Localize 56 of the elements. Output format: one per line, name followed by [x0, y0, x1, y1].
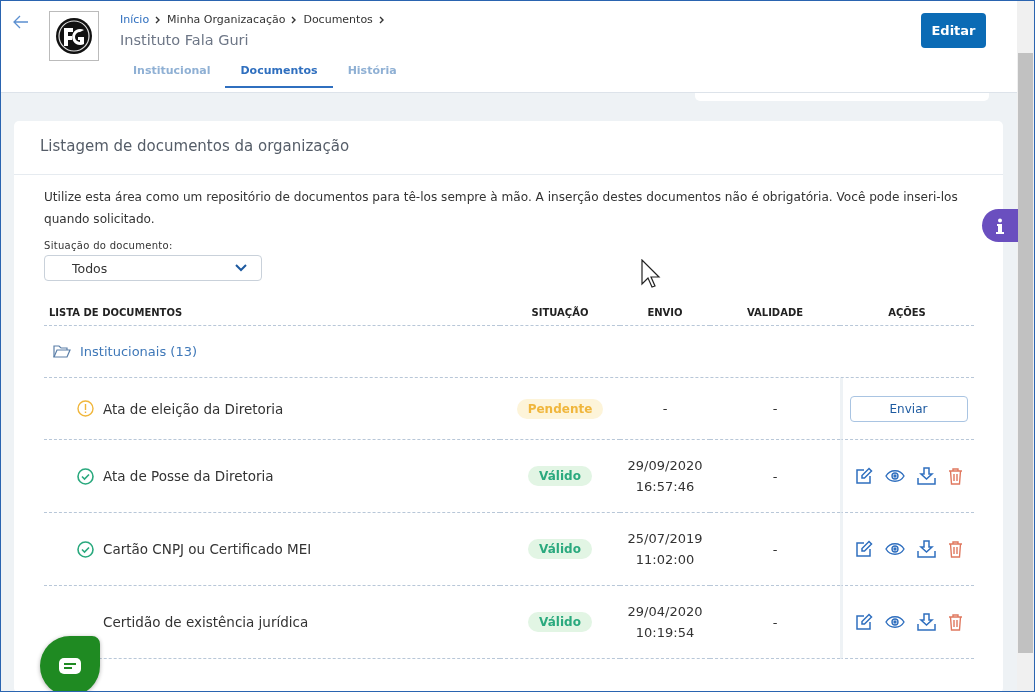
validity-date: -	[772, 468, 778, 484]
status-badge: Pendente	[516, 398, 604, 419]
eye-icon[interactable]	[884, 542, 905, 556]
organization-title: Instituto Fala Guri	[120, 32, 250, 48]
sent-date: 10:19:54	[635, 624, 695, 642]
logo	[49, 11, 99, 61]
breadcrumb-item[interactable]: Início	[120, 13, 150, 26]
sent-date: 16:57:46	[635, 478, 695, 496]
edit-button[interactable]: Editar	[921, 13, 986, 48]
column-header: AÇÕES	[840, 300, 974, 326]
status-badge: Válido	[528, 539, 592, 559]
card-title: Listagem de documentos da organização	[14, 121, 1003, 175]
sent-date: -	[662, 400, 668, 418]
column-header: SITUAÇÃO	[500, 300, 620, 326]
back-arrow-icon[interactable]	[13, 15, 29, 29]
chat-bubble-icon	[58, 657, 82, 675]
status-dropdown[interactable]: Todos	[44, 255, 262, 281]
status-badge: Válido	[528, 466, 592, 486]
trash-icon[interactable]	[947, 467, 963, 485]
eye-icon[interactable]	[884, 469, 905, 483]
trash-icon[interactable]	[947, 613, 963, 631]
sent-date: 25/07/2019	[627, 530, 703, 548]
filter-label: Situação do documento:	[44, 240, 174, 251]
validity-date: -	[772, 401, 778, 416]
column-header: LISTA DE DOCUMENTOS	[44, 300, 500, 326]
document-name: Certidão de existência jurídica	[103, 614, 309, 630]
eye-icon[interactable]	[884, 615, 905, 629]
document-name: Ata de eleição da Diretoria	[103, 400, 284, 417]
edit-icon[interactable]	[854, 540, 873, 558]
edit-icon[interactable]	[854, 613, 873, 631]
edit-icon[interactable]	[854, 467, 873, 485]
intro-text: Utilize esta área como um repositório de documentos para tê-los sempre à mão. A inserção destes documentos não é obrigatória. Você pode inseri-los quando solicitado.	[44, 189, 959, 228]
download-icon[interactable]	[916, 613, 936, 631]
download-icon[interactable]	[916, 467, 936, 485]
document-name: Cartão CNPJ ou Certificado MEI	[103, 541, 312, 557]
tab[interactable]: Documentos	[225, 60, 333, 88]
send-button[interactable]: Enviar	[849, 395, 968, 422]
breadcrumb-item[interactable]: Minha Organizacação	[167, 13, 286, 26]
sent-date: 29/04/2020	[627, 603, 703, 621]
status-badge: Válido	[528, 612, 592, 632]
info-icon	[996, 217, 1004, 234]
group-label[interactable]: Institucionais (13)	[80, 344, 197, 359]
column-header: VALIDADE	[710, 300, 840, 326]
validity-date: -	[772, 614, 778, 630]
validity-date: -	[772, 541, 778, 557]
trash-icon[interactable]	[947, 540, 963, 558]
sent-date: 11:02:00	[635, 551, 695, 569]
breadcrumb-item[interactable]: Documentos	[303, 13, 373, 26]
mouse-cursor-icon	[641, 259, 661, 289]
chevron-down-icon	[235, 264, 247, 272]
column-header: ENVIO	[620, 300, 710, 326]
download-icon[interactable]	[916, 540, 936, 558]
info-button[interactable]	[982, 209, 1018, 242]
document-name: Ata de Posse da Diretoria	[103, 468, 274, 484]
sent-date: 29/09/2020	[627, 457, 703, 475]
scrollbar-thumb[interactable]	[1018, 53, 1033, 653]
